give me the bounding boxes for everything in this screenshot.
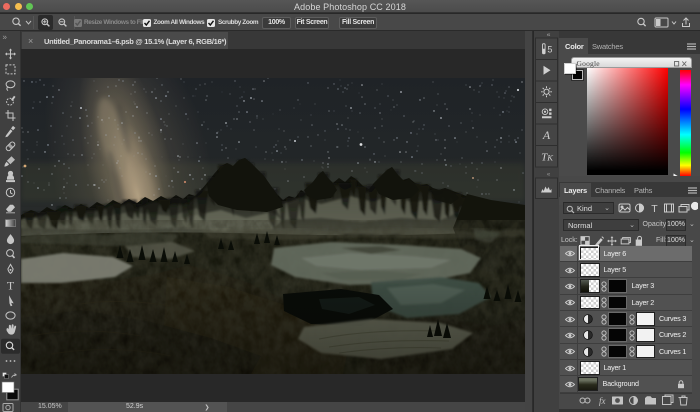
svg-text:«: «: [547, 32, 551, 39]
svg-text:A: A: [542, 128, 551, 142]
svg-text:»: »: [3, 33, 8, 42]
svg-text:T: T: [7, 278, 15, 292]
svg-text:5: 5: [547, 44, 552, 54]
svg-text:fx: fx: [599, 396, 606, 406]
svg-text:«: «: [547, 172, 551, 178]
svg-text:T: T: [651, 203, 658, 215]
